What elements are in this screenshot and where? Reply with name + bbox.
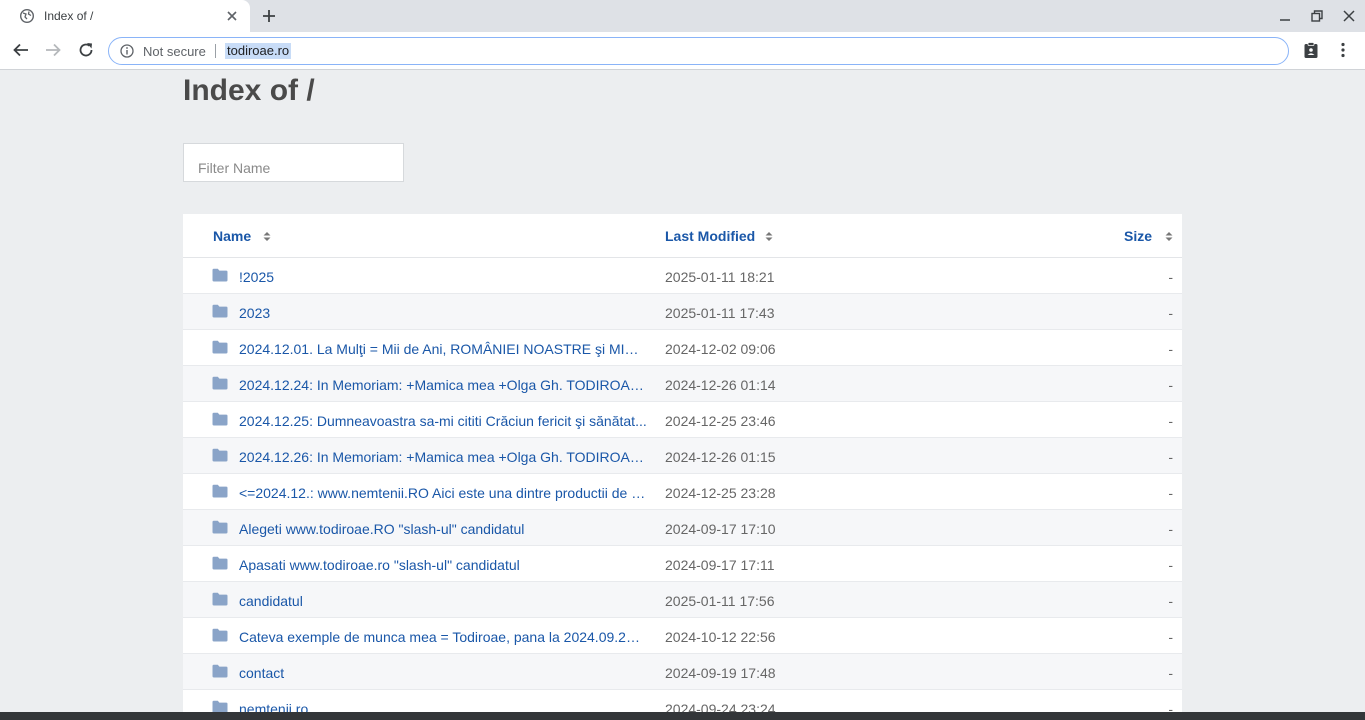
last-modified-value: 2025-01-11 17:56	[665, 593, 775, 609]
clipboard-icon[interactable]	[1302, 41, 1320, 59]
menu-icon[interactable]	[1334, 41, 1352, 59]
folder-icon	[212, 268, 228, 282]
sort-icon[interactable]	[263, 231, 271, 242]
bottom-bar	[0, 712, 1365, 720]
folder-icon	[212, 664, 228, 678]
file-name-link[interactable]: 2024.12.01. La Mulţi = Mii de Ani, ROMÂN…	[239, 341, 647, 357]
last-modified-value: 2024-10-12 22:56	[665, 629, 776, 645]
close-window-icon[interactable]	[1343, 10, 1355, 22]
table-row[interactable]: 2024.12.26: In Memoriam: +Mamica mea +Ol…	[183, 438, 1182, 474]
table-row[interactable]: Apasati www.todiroae.ro "slash-ul" candi…	[183, 546, 1182, 582]
file-name-link[interactable]: Apasati www.todiroae.ro "slash-ul" candi…	[239, 557, 647, 573]
size-value: -	[1168, 521, 1173, 537]
folder-icon	[212, 628, 228, 642]
folder-icon	[212, 592, 228, 606]
table-row[interactable]: 2024.12.24: In Memoriam: +Mamica mea +Ol…	[183, 366, 1182, 402]
forward-icon[interactable]	[44, 41, 62, 59]
file-name-link[interactable]: 2024.12.26: In Memoriam: +Mamica mea +Ol…	[239, 449, 647, 465]
folder-icon	[212, 376, 228, 390]
size-value: -	[1168, 449, 1173, 465]
close-tab-icon[interactable]	[224, 8, 240, 24]
size-value: -	[1168, 629, 1173, 645]
file-name-link[interactable]: 2024.12.25: Dumneavoastra sa-mi cititi C…	[239, 413, 647, 429]
last-modified-value: 2024-12-26 01:15	[665, 449, 776, 465]
table-row[interactable]: candidatul 2025-01-11 17:56 -	[183, 582, 1182, 618]
filter-name-input[interactable]	[183, 143, 404, 182]
sort-icon[interactable]	[765, 231, 773, 242]
minimize-icon[interactable]	[1279, 10, 1291, 22]
table-header: Name Last Modified Size	[183, 214, 1182, 258]
page-title: Index of /	[183, 74, 315, 107]
globe-icon	[20, 9, 34, 23]
size-value: -	[1168, 305, 1173, 321]
folder-icon	[212, 448, 228, 462]
address-bar[interactable]: Not secure todiroae.ro	[108, 37, 1289, 65]
restore-icon[interactable]	[1311, 10, 1323, 22]
file-name-link[interactable]: candidatul	[239, 593, 647, 609]
folder-icon	[212, 340, 228, 354]
security-label[interactable]: Not secure	[143, 44, 206, 59]
folder-icon	[212, 484, 228, 498]
file-name-link[interactable]: <=2024.12.: www.nemtenii.RO Aici este un…	[239, 485, 647, 501]
folder-icon	[212, 304, 228, 318]
size-column-header[interactable]: Size	[1124, 228, 1152, 244]
size-value: -	[1168, 485, 1173, 501]
size-value: -	[1168, 557, 1173, 573]
tab-title: Index of /	[44, 9, 94, 23]
folder-icon	[212, 556, 228, 570]
back-icon[interactable]	[12, 41, 30, 59]
table-row[interactable]: <=2024.12.: www.nemtenii.RO Aici este un…	[183, 474, 1182, 510]
size-value: -	[1168, 269, 1173, 285]
divider	[215, 44, 216, 58]
file-name-link[interactable]: 2024.12.24: In Memoriam: +Mamica mea +Ol…	[239, 377, 647, 393]
size-value: -	[1168, 413, 1173, 429]
folder-icon	[212, 412, 228, 426]
file-name-link[interactable]: Cateva exemple de munca mea = Todiroae, …	[239, 629, 647, 645]
file-name-link[interactable]: 2023	[239, 305, 647, 321]
file-name-link[interactable]: Alegeti www.todiroae.RO "slash-ul" candi…	[239, 521, 647, 537]
last-modified-value: 2024-09-17 17:11	[665, 557, 775, 573]
file-listing-table: Name Last Modified Size !2025 2025-01-11 …	[183, 214, 1182, 720]
last-modified-column-header[interactable]: Last Modified	[665, 228, 755, 244]
last-modified-value: 2025-01-11 17:43	[665, 305, 775, 321]
url-text[interactable]: todiroae.ro	[225, 43, 292, 59]
info-icon[interactable]	[120, 44, 134, 58]
table-row[interactable]: !2025 2025-01-11 18:21 -	[183, 258, 1182, 294]
browser-tab[interactable]: Index of /	[0, 0, 250, 32]
size-value: -	[1168, 665, 1173, 681]
last-modified-value: 2025-01-11 18:21	[665, 269, 775, 285]
table-row[interactable]: Alegeti www.todiroae.RO "slash-ul" candi…	[183, 510, 1182, 546]
last-modified-value: 2024-09-17 17:10	[665, 521, 776, 537]
table-row[interactable]: contact 2024-09-19 17:48 -	[183, 654, 1182, 690]
tab-strip: Index of /	[0, 0, 1365, 32]
file-name-link[interactable]: !2025	[239, 269, 647, 285]
last-modified-value: 2024-09-19 17:48	[665, 665, 776, 681]
sort-icon[interactable]	[1165, 231, 1173, 242]
name-column-header[interactable]: Name	[213, 228, 251, 244]
table-row[interactable]: 2024.12.01. La Mulţi = Mii de Ani, ROMÂN…	[183, 330, 1182, 366]
last-modified-value: 2024-12-02 09:06	[665, 341, 776, 357]
reload-icon[interactable]	[77, 41, 95, 59]
size-value: -	[1168, 593, 1173, 609]
folder-icon	[212, 520, 228, 534]
last-modified-value: 2024-12-26 01:14	[665, 377, 776, 393]
browser-toolbar: Not secure todiroae.ro	[0, 32, 1365, 70]
size-value: -	[1168, 341, 1173, 357]
table-row[interactable]: Cateva exemple de munca mea = Todiroae, …	[183, 618, 1182, 654]
table-row[interactable]: 2024.12.25: Dumneavoastra sa-mi cititi C…	[183, 402, 1182, 438]
file-name-link[interactable]: contact	[239, 665, 647, 681]
last-modified-value: 2024-12-25 23:46	[665, 413, 776, 429]
last-modified-value: 2024-12-25 23:28	[665, 485, 776, 501]
table-row[interactable]: 2023 2025-01-11 17:43 -	[183, 294, 1182, 330]
new-tab-icon[interactable]	[261, 8, 277, 24]
size-value: -	[1168, 377, 1173, 393]
